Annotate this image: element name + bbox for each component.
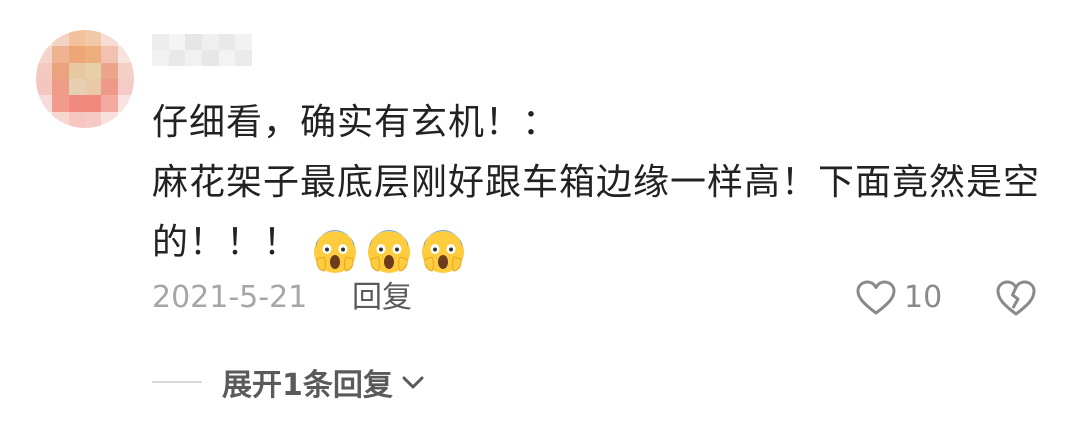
reply-button[interactable]: 回复 (352, 276, 412, 320)
face-screaming-in-fear-emoji (368, 230, 411, 273)
like-button[interactable]: 10 (856, 276, 942, 320)
face-screaming-in-fear-emoji (422, 230, 465, 273)
divider-line (152, 381, 202, 383)
broken-heart-icon[interactable] (996, 278, 1036, 318)
face-screaming-in-fear-emoji (314, 230, 357, 273)
chevron-down-icon (402, 376, 424, 389)
heart-outline-icon (856, 280, 896, 315)
comment-date: 2021-5-21 (152, 280, 308, 315)
like-count: 10 (904, 280, 943, 315)
comment-line: 仔细看，确实有玄机！： (152, 102, 560, 143)
comment-line: 麻花架子最底层刚好跟车箱边缘一样高！下面竟然是空 (152, 162, 1041, 203)
expand-replies-button[interactable]: 展开1条回复 (152, 360, 427, 404)
emoji-row (312, 221, 474, 281)
username-redacted[interactable] (152, 34, 252, 66)
avatar[interactable] (36, 30, 134, 128)
comment-line: 的！！！ (152, 213, 1047, 281)
expand-replies-label: 展开1条回复 (222, 368, 393, 403)
comment-line-text: 的！！！ (152, 222, 301, 263)
comment-text: 仔细看，确实有玄机！： 麻花架子最底层刚好跟车箱边缘一样高！下面竟然是空 的！！… (152, 93, 1047, 281)
